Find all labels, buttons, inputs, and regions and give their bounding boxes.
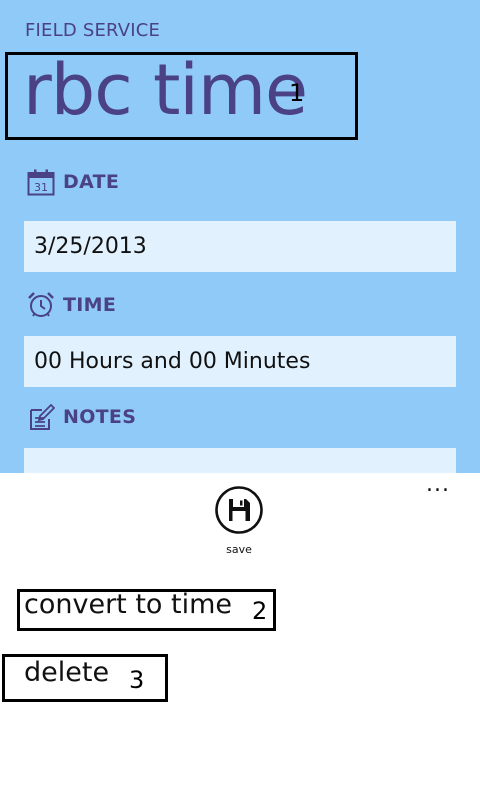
notes-icon xyxy=(30,403,55,430)
time-label: TIME xyxy=(63,294,117,316)
callout-box-1 xyxy=(5,52,358,140)
time-section-header: TIME xyxy=(27,290,116,320)
more-options-button[interactable]: ... xyxy=(426,474,450,496)
notes-section-header: NOTES xyxy=(27,402,136,432)
time-field[interactable]: 00 Hours and 00 Minutes xyxy=(24,336,456,387)
calendar-day: 31 xyxy=(34,181,48,194)
callout-number-3: 3 xyxy=(129,666,145,694)
app-name: FIELD SERVICE xyxy=(25,20,161,41)
calendar-icon: 31 xyxy=(27,169,55,195)
save-label: save xyxy=(226,543,252,556)
notes-field[interactable] xyxy=(24,448,456,473)
callout-number-2: 2 xyxy=(252,597,268,625)
save-button[interactable]: save xyxy=(214,485,264,559)
date-field[interactable]: 3/25/2013 xyxy=(24,221,456,272)
date-section-header: 31 DATE xyxy=(27,167,119,197)
save-icon xyxy=(215,486,263,534)
callout-box-2 xyxy=(17,589,276,631)
alarm-clock-icon xyxy=(28,292,54,317)
callout-number-1: 1 xyxy=(289,79,305,107)
date-label: DATE xyxy=(63,171,120,193)
notes-label: NOTES xyxy=(63,406,137,428)
application-bar: ... save convert to time 2 delete 3 xyxy=(0,473,480,800)
